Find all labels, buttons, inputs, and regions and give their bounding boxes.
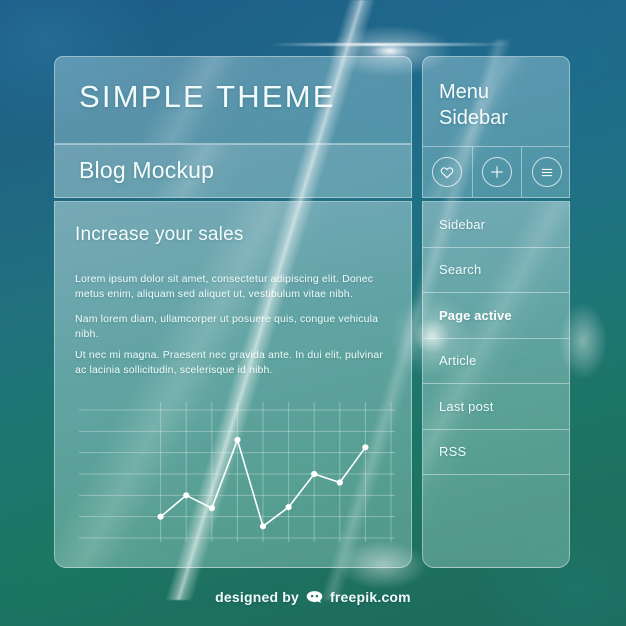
- sidebar-nav-panel: Sidebar Search Page active Article Last post…: [422, 201, 570, 568]
- chart-point: [183, 492, 190, 499]
- sidebar-item-label: Last post: [439, 398, 494, 414]
- header-panel: SIMPLE THEME: [54, 56, 412, 144]
- footer-prefix: designed by: [215, 589, 300, 605]
- content-heading: Increase your sales: [75, 224, 244, 245]
- hamburger-menu-icon: [531, 157, 562, 187]
- sidebar-item-label: Search: [439, 262, 482, 278]
- chart-point: [311, 470, 318, 478]
- chart-svg: [79, 402, 395, 542]
- chart-point: [208, 505, 215, 512]
- menu-title-line-1: Menu: [439, 81, 490, 103]
- chart-point: [285, 504, 292, 511]
- menu-title-line-2: Sidebar: [439, 107, 508, 129]
- content-paragraph: Nam lorem diam, ullamcorper ut posuere q…: [75, 313, 379, 340]
- content-panel: Increase your sales Lorem ipsum dolor si…: [54, 201, 412, 568]
- favorite-button[interactable]: [423, 147, 472, 197]
- page-subtitle: Blog Mockup: [79, 157, 215, 183]
- subtitle-panel: Blog Mockup: [54, 144, 412, 198]
- freepik-logo-icon: [306, 590, 323, 603]
- content-paragraph: Lorem ipsum dolor sit amet, consectetur …: [75, 273, 374, 300]
- chart-point: [336, 479, 343, 486]
- heart-icon: [432, 157, 463, 187]
- sidebar-item-article[interactable]: Article: [423, 339, 569, 384]
- chart-point: [259, 523, 267, 530]
- lens-flare-bar: [270, 43, 510, 46]
- plus-icon: [482, 157, 512, 187]
- sidebar-item-last-post[interactable]: Last post: [423, 384, 569, 430]
- page-title: SIMPLE THEME: [79, 79, 336, 114]
- chart-point: [157, 513, 164, 520]
- chart-point: [234, 436, 241, 443]
- footer-brand: freepik.com: [330, 589, 411, 605]
- mockup-canvas: SIMPLE THEME Blog Mockup Increase your s…: [0, 0, 626, 626]
- sidebar-item-search[interactable]: Search: [423, 248, 569, 293]
- sidebar-item-label: Sidebar: [439, 216, 486, 232]
- sidebar-item-label: RSS: [439, 444, 467, 460]
- sidebar-item-sidebar[interactable]: Sidebar: [423, 202, 569, 248]
- sales-line-chart: [71, 400, 401, 550]
- add-button[interactable]: [471, 147, 522, 197]
- menu-panel: Menu Sidebar: [422, 56, 570, 198]
- menu-toggle-button[interactable]: [521, 147, 569, 197]
- sidebar-item-label: Page active: [439, 307, 512, 323]
- footer-attribution: designed by freepik.com: [0, 589, 626, 605]
- sidebar-item-page-active[interactable]: Page active: [423, 293, 569, 339]
- menu-title: Menu Sidebar: [439, 79, 508, 131]
- sidebar-item-rss[interactable]: RSS: [423, 430, 569, 475]
- menu-icon-row: [423, 146, 569, 197]
- content-paragraph: Ut nec mi magna. Praesent nec gravida an…: [75, 349, 383, 376]
- chart-point: [362, 444, 369, 451]
- sidebar-item-label: Article: [439, 353, 477, 369]
- sidebar-nav-list: Sidebar Search Page active Article Last post…: [423, 202, 569, 475]
